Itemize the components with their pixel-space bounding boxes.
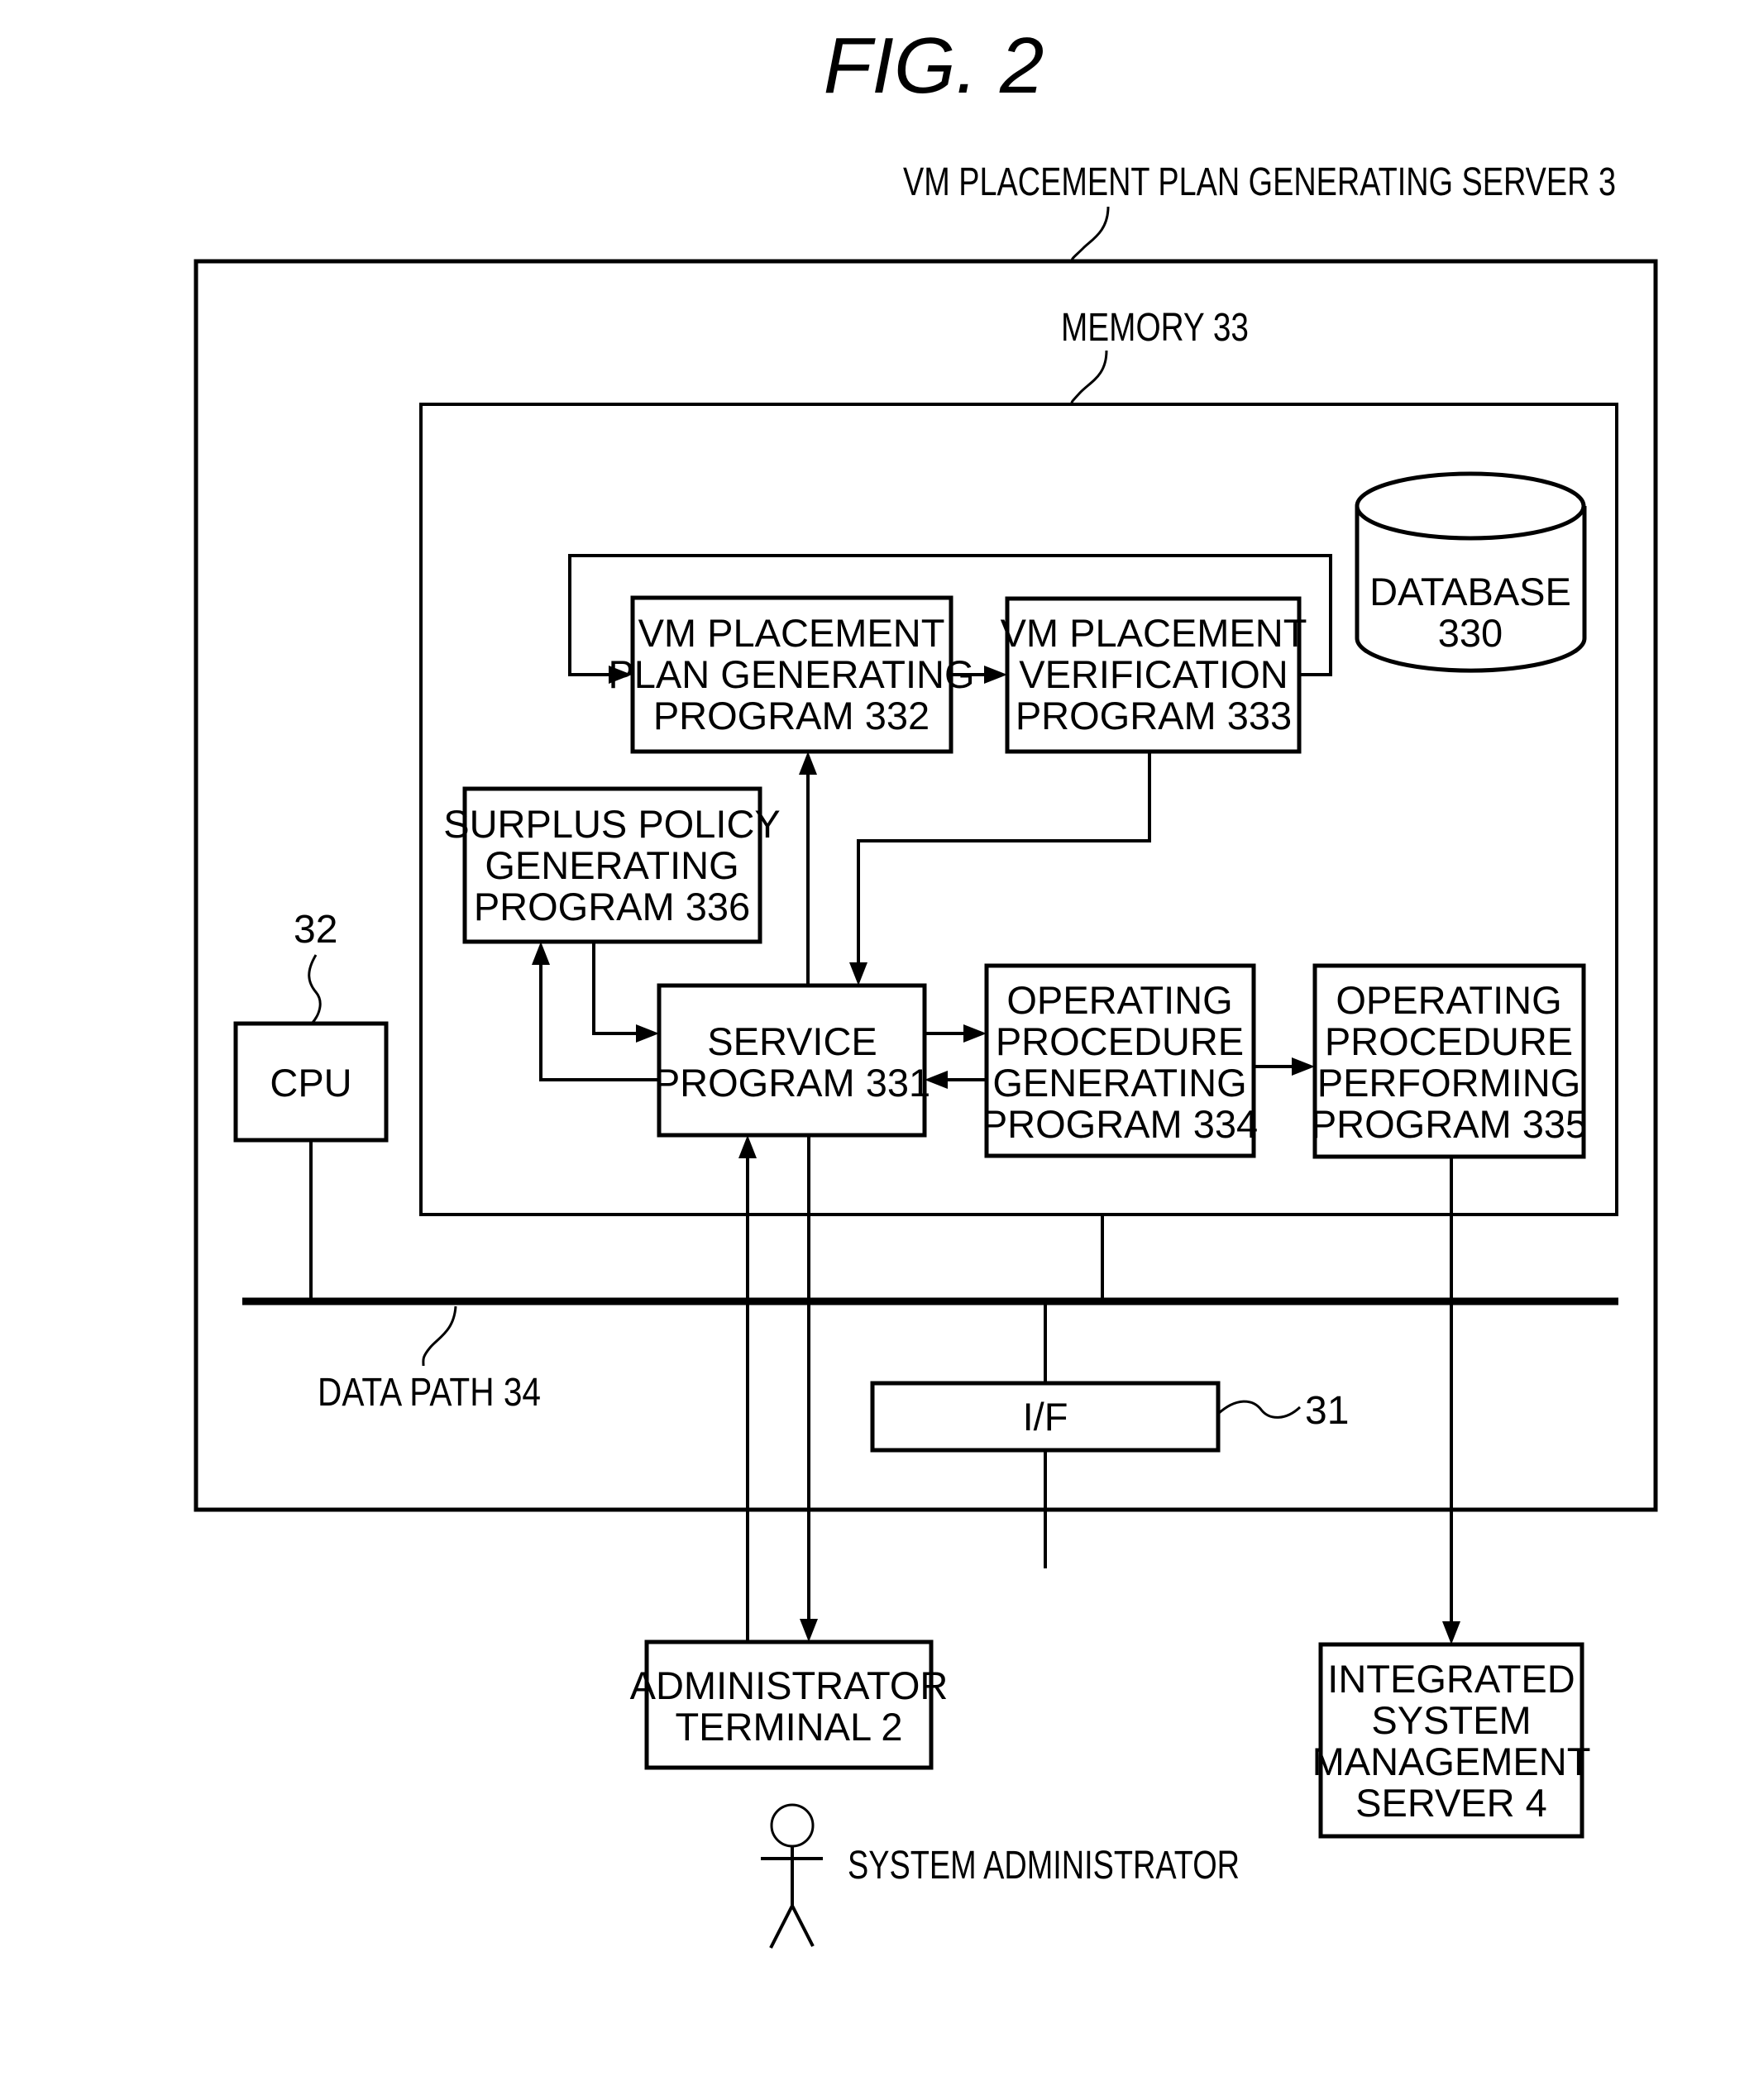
ism-server-line3: MANAGEMENT xyxy=(1312,1740,1591,1783)
cpu-leader-line xyxy=(308,954,322,1025)
box-331-line2: PROGRAM 331 xyxy=(654,1061,930,1105)
arrowhead-into-335 xyxy=(1292,1057,1315,1076)
arrowhead-into-331-bottom xyxy=(738,1135,757,1158)
arrowhead-into-331-top xyxy=(849,962,867,986)
arrowhead-into-334 xyxy=(963,1024,987,1043)
integrated-system-management-server-4[interactable]: INTEGRATED SYSTEM MANAGEMENT SERVER 4 xyxy=(1312,1642,1591,1839)
box-333-line2: VERIFICATION xyxy=(1019,652,1288,696)
stick-figure-person-icon xyxy=(761,1803,823,1949)
cpu-32[interactable]: CPU xyxy=(233,1021,389,1143)
service-program-331[interactable]: SERVICE PROGRAM 331 xyxy=(654,983,930,1138)
data-path-label: DATA PATH 34 xyxy=(318,1371,541,1415)
arrow-333-to-331 xyxy=(857,752,1151,966)
system-administrator-label: SYSTEM ADMINISTRATOR xyxy=(848,1844,1240,1888)
arrowhead-into-333 xyxy=(984,666,1007,684)
cpu-reference-label: 32 xyxy=(294,908,337,952)
person-legs xyxy=(769,1905,815,1949)
admin-terminal-line1: ADMINISTRATOR xyxy=(630,1663,949,1707)
box-331-line1: SERVICE xyxy=(707,1019,877,1063)
arrowhead-into-336 xyxy=(532,942,550,965)
ism-server-line1: INTEGRATED xyxy=(1327,1657,1575,1701)
box-334-line4: PROGRAM 334 xyxy=(982,1102,1258,1146)
operating-procedure-performing-program-335[interactable]: OPERATING PROCEDURE PERFORMING PROGRAM 3… xyxy=(1311,963,1587,1159)
box-335-line1: OPERATING xyxy=(1336,978,1561,1022)
memory-label: MEMORY 33 xyxy=(1061,306,1249,350)
box-334-line1: OPERATING xyxy=(1006,978,1232,1022)
interface-reference-label: 31 xyxy=(1305,1389,1349,1433)
ism-server-line2: SYSTEM xyxy=(1371,1698,1531,1742)
administrator-terminal-2[interactable]: ADMINISTRATOR TERMINAL 2 xyxy=(630,1639,949,1770)
cpu-label: CPU xyxy=(270,1061,351,1105)
arrowhead-into-ism-server xyxy=(1442,1621,1460,1644)
server-box xyxy=(194,259,1658,1512)
database-top xyxy=(1355,471,1586,541)
memory-leader-line xyxy=(1070,350,1108,405)
admin-terminal-line2: TERMINAL 2 xyxy=(675,1705,902,1749)
vm-placement-verification-program-333[interactable]: VM PLACEMENT VERIFICATION PROGRAM 333 xyxy=(1001,596,1307,754)
box-334-line2: PROCEDURE xyxy=(996,1019,1244,1063)
database-label-line2: 330 xyxy=(1438,611,1503,655)
box-334-line3: GENERATING xyxy=(992,1061,1246,1105)
arrowhead-into-terminal xyxy=(800,1619,818,1642)
box-335-line2: PROCEDURE xyxy=(1325,1019,1573,1063)
arrow-331-to-336 xyxy=(539,962,659,1081)
figure-title: FIG. 2 xyxy=(824,21,1044,110)
box-333-line3: PROGRAM 333 xyxy=(1016,694,1292,737)
surplus-policy-generating-program-336[interactable]: SURPLUS POLICY GENERATING PROGRAM 336 xyxy=(443,786,781,944)
arrowhead-into-332-bottom xyxy=(799,752,817,775)
box-333-line1: VM PLACEMENT xyxy=(1001,611,1307,655)
box-336-line2: GENERATING xyxy=(485,843,738,887)
box-335-line4: PROGRAM 335 xyxy=(1311,1102,1587,1146)
arrow-336-to-331 xyxy=(592,942,639,1035)
database-label-line1: DATABASE xyxy=(1369,570,1571,613)
box-332-line1: VM PLACEMENT xyxy=(638,611,945,655)
box-336-line1: SURPLUS POLICY xyxy=(443,802,780,846)
interface-leader-line xyxy=(1216,1400,1302,1419)
box-335-line3: PERFORMING xyxy=(1317,1061,1581,1105)
server-label: VM PLACEMENT PLAN GENERATING SERVER 3 xyxy=(903,160,1616,204)
box-336-line3: PROGRAM 336 xyxy=(474,885,750,928)
interface-31[interactable]: I/F xyxy=(870,1381,1221,1453)
interface-label: I/F xyxy=(1023,1395,1068,1439)
operating-procedure-generating-program-334[interactable]: OPERATING PROCEDURE GENERATING PROGRAM 3… xyxy=(982,963,1258,1158)
box-332-line2: PLAN GENERATING xyxy=(608,652,974,696)
ism-server-line4: SERVER 4 xyxy=(1355,1781,1547,1825)
server-leader-line xyxy=(1070,206,1110,262)
data-path-leader-line xyxy=(422,1305,457,1367)
box-332-line3: PROGRAM 332 xyxy=(653,694,930,737)
arrowhead-into-331-left xyxy=(636,1024,659,1043)
database-330[interactable]: DATABASE 330 xyxy=(1355,471,1587,673)
diagram-canvas: FIG. 2 VM PLACEMENT PLAN GENERATING SERV… xyxy=(194,21,1658,1949)
person-head xyxy=(770,1803,815,1848)
vm-placement-plan-generating-program-332[interactable]: VM PLACEMENT PLAN GENERATING PROGRAM 332 xyxy=(608,595,975,754)
